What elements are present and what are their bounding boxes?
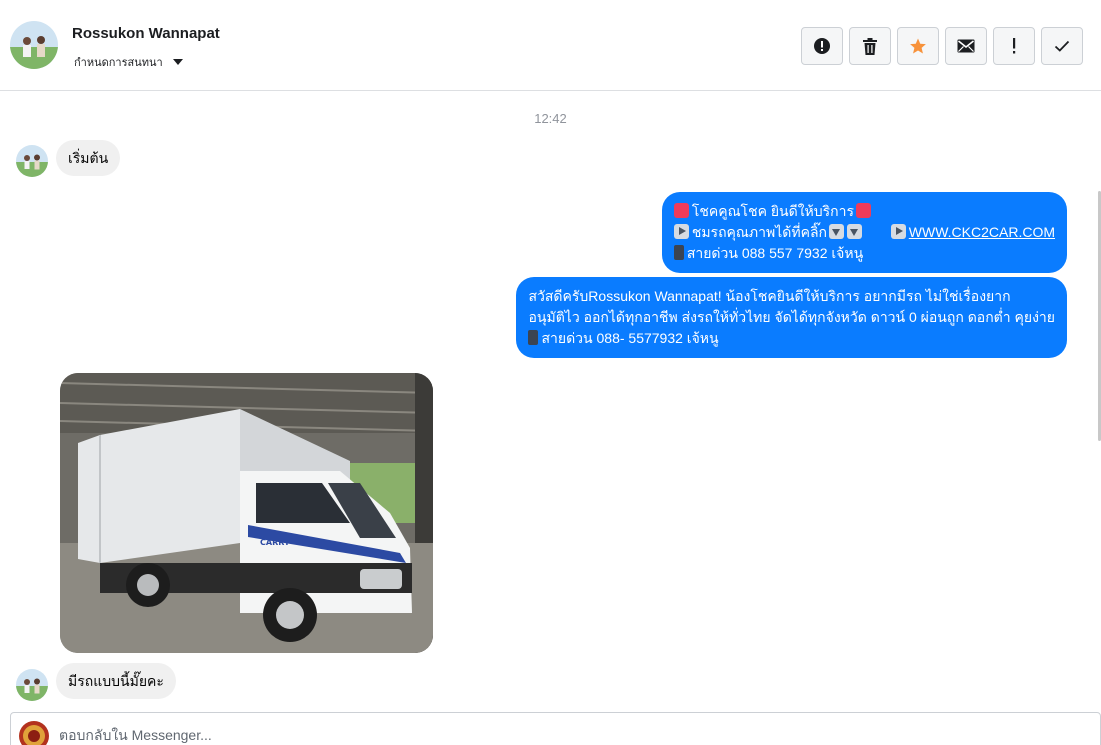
website-link[interactable]: WWW.CKC2CAR.COM [909, 224, 1055, 240]
email-button[interactable] [945, 27, 987, 65]
page-avatar [19, 721, 49, 745]
envelope-icon [957, 39, 975, 53]
incoming-message-bubble[interactable]: เริ่มต้น [56, 140, 121, 176]
reply-input[interactable] [59, 727, 959, 743]
caret-down-icon [172, 59, 183, 65]
conversation-settings-dropdown[interactable]: กำหนดการสนทนา [74, 53, 183, 71]
mail-emoji-icon [673, 203, 689, 218]
star-button[interactable] [897, 27, 939, 65]
outgoing-message-bubble[interactable]: สวัสดีครับRossukon Wannapat! น้องโชคยินด… [516, 277, 1067, 358]
message-text: ชมรถคุณภาพได้ที่คลิ๊ก [691, 224, 827, 240]
incoming-message-bubble[interactable]: มีรถแบบนี้มั๊ยคะ [56, 663, 176, 699]
message-text: สายด่วน 088- 5577932 เจ้หนู [541, 330, 719, 346]
reply-composer [10, 712, 1101, 745]
message-text: สายด่วน 088 557 7932 เจ้หนู [686, 245, 864, 261]
conversation-header: Rossukon Wannapat กำหนดการสนทนา [0, 0, 1101, 91]
mail-emoji-icon [856, 203, 872, 218]
report-spam-button[interactable] [801, 27, 843, 65]
message-line: โชคคูณโชค ยินดีให้บริการ [673, 201, 1055, 222]
message-line: สายด่วน 088- 5577932 เจ้หนู [528, 328, 1055, 349]
header-actions [801, 27, 1083, 65]
message-line: สายด่วน 088 557 7932 เจ้หนู [673, 243, 1055, 264]
mark-important-button[interactable] [993, 27, 1035, 65]
contact-avatar-small[interactable] [16, 669, 48, 701]
mark-done-button[interactable] [1041, 27, 1083, 65]
message-line: อนุมัติไว ออกได้ทุกอาชีพ ส่งรถให้ทั่วไทย… [528, 309, 1055, 325]
play-emoji-icon [890, 224, 906, 239]
trash-icon [863, 37, 877, 55]
down-arrow-emoji-icon [829, 224, 844, 239]
message-line: ชมรถคุณภาพได้ที่คลิ๊ก WWW.CKC2CAR.COM [673, 222, 1055, 243]
message-line: สวัสดีครับRossukon Wannapat! น้องโชคยินด… [528, 288, 1011, 304]
star-icon [910, 38, 926, 54]
exclamation-icon [1013, 38, 1016, 54]
svg-text:CARRY: CARRY [260, 538, 290, 547]
delete-button[interactable] [849, 27, 891, 65]
play-emoji-icon [673, 224, 689, 239]
outgoing-message-bubble[interactable]: โชคคูณโชค ยินดีให้บริการ ชมรถคุณภาพได้ที… [661, 192, 1067, 273]
phone-emoji-icon [528, 330, 539, 345]
contact-avatar[interactable] [10, 21, 58, 69]
truck-photo[interactable]: CARRY [60, 373, 433, 653]
message-text: โชคคูณโชค ยินดีให้บริการ [691, 203, 855, 219]
contact-avatar-small[interactable] [16, 145, 48, 177]
down-arrow-emoji-icon [847, 224, 862, 239]
message-thread[interactable]: 12:42 เริ่มต้น โชคคูณโชค ยินดีให้บริการ … [0, 91, 1101, 708]
exclamation-circle-icon [814, 38, 830, 54]
conversation-settings-label: กำหนดการสนทนา [74, 57, 163, 69]
phone-emoji-icon [673, 245, 684, 260]
check-icon [1054, 40, 1070, 52]
contact-name[interactable]: Rossukon Wannapat [72, 25, 220, 42]
message-timestamp: 12:42 [534, 111, 567, 126]
